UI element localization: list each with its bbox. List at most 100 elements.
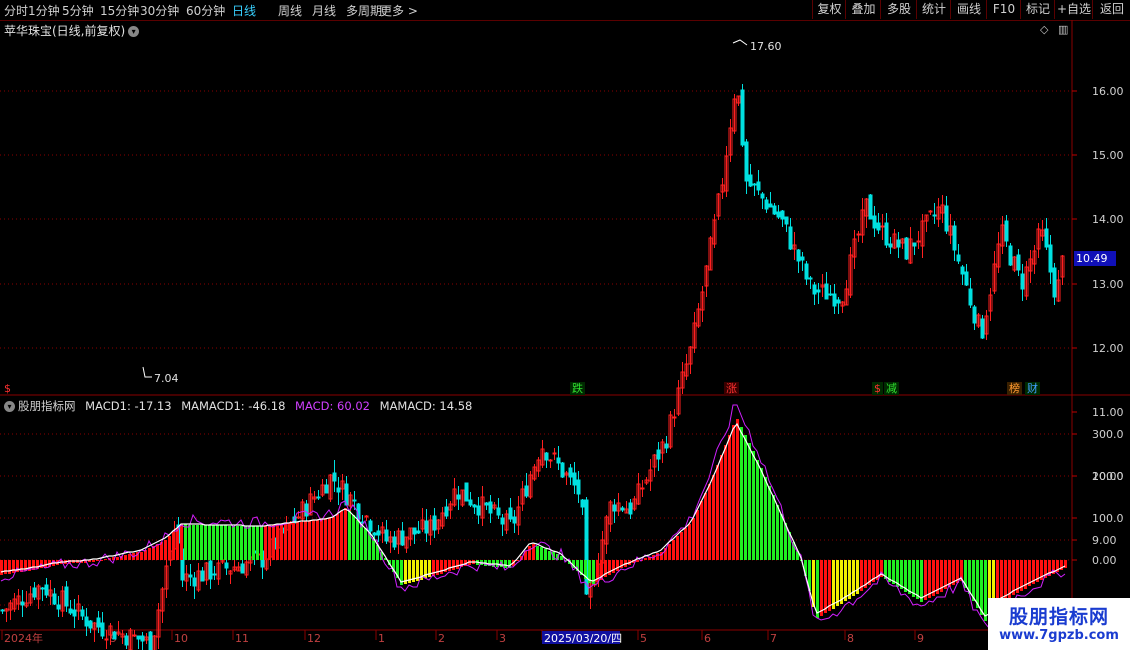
toolbar-item[interactable]: 5分钟: [62, 2, 94, 19]
macd-bar: [316, 520, 319, 560]
time-label: 7: [770, 632, 777, 645]
toolbar-item[interactable]: 15分钟: [100, 2, 139, 19]
candle-body: [1004, 220, 1009, 242]
toolbar-item[interactable]: 60分钟: [186, 2, 225, 19]
toolbar-item[interactable]: 月线: [312, 2, 336, 19]
macd-bar: [96, 560, 99, 561]
candle-body: [1008, 245, 1013, 266]
candle-body: [656, 449, 661, 460]
macd-bar: [172, 532, 175, 560]
chevron-down-icon[interactable]: ▾: [4, 401, 15, 412]
macd-bar: [8, 560, 11, 574]
macd-bar: [776, 505, 779, 560]
candle-body: [56, 604, 61, 610]
candle-body: [1020, 273, 1025, 290]
macd-bar: [716, 465, 719, 560]
candle-body: [316, 496, 321, 499]
time-label: 8: [847, 632, 854, 645]
candle-body: [1052, 267, 1057, 298]
macd-bar: [724, 445, 727, 560]
macd-bar: [0, 560, 3, 575]
candle-body: [756, 181, 761, 191]
toolbar-item[interactable]: 更多 >: [380, 2, 418, 19]
macd-bar: [836, 560, 839, 606]
candle-body: [808, 277, 813, 280]
macd-bar: [916, 560, 919, 599]
macd-bar: [164, 540, 167, 560]
macd-bar: [348, 511, 351, 560]
macd-bar: [680, 532, 683, 560]
candle-body: [664, 443, 669, 449]
toolbar-button[interactable]: 复权: [812, 0, 846, 19]
macd-bar: [612, 560, 615, 573]
candle-body: [336, 487, 341, 493]
time-label: 2: [438, 632, 445, 645]
toolbar-item[interactable]: 周线: [278, 2, 302, 19]
toolbar-button[interactable]: 返回: [1092, 0, 1130, 19]
candle-body: [812, 284, 817, 295]
macd-bar: [312, 520, 315, 560]
toolbar-item[interactable]: 日线: [232, 2, 256, 19]
event-tag[interactable]: $: [872, 382, 883, 395]
macd-bar: [240, 526, 243, 560]
candle-body: [384, 529, 389, 542]
toolbar-button[interactable]: 标记: [1020, 0, 1055, 19]
macd-bar: [116, 557, 119, 560]
macd-bar: [700, 501, 703, 560]
toolbar-button[interactable]: +自选: [1054, 0, 1093, 19]
candle-body: [968, 288, 973, 306]
macd-bar: [1000, 560, 1003, 602]
candle-body: [640, 487, 645, 490]
event-tag[interactable]: 榜: [1007, 382, 1022, 395]
candle-body: [512, 516, 517, 524]
event-tag[interactable]: 财: [1025, 382, 1040, 395]
candle-body: [0, 609, 5, 612]
time-label: 5: [640, 632, 647, 645]
macd-bar: [4, 560, 7, 574]
toolbar-button[interactable]: 画线: [950, 0, 987, 19]
candle-body: [1044, 228, 1049, 248]
macd-bar: [252, 526, 255, 560]
macd-bar: [972, 560, 975, 601]
toolbar-item[interactable]: 30分钟: [140, 2, 179, 19]
macd-bar: [92, 560, 95, 562]
macd-bar: [320, 519, 323, 560]
event-tag[interactable]: $: [2, 382, 13, 395]
candle-body: [416, 530, 421, 534]
macd-bar: [180, 524, 183, 560]
candle-body: [780, 210, 785, 220]
event-tag[interactable]: 跌: [570, 382, 585, 395]
toolbar-button[interactable]: 多股: [880, 0, 917, 19]
candle-body: [872, 215, 877, 229]
macd-bar: [280, 524, 283, 560]
macd-bar: [308, 521, 311, 560]
event-tag[interactable]: 涨: [724, 382, 739, 395]
candle-body: [576, 479, 581, 495]
toolbar-item[interactable]: 分时: [4, 2, 28, 19]
macd-bar: [704, 493, 707, 560]
candle-body: [548, 459, 553, 462]
price-tick-label: 13.00: [1092, 278, 1124, 291]
toolbar-item[interactable]: 多周期: [346, 2, 382, 19]
macd-bar: [548, 551, 551, 560]
candle-body: [932, 214, 937, 217]
current-price-label: 10.49: [1074, 251, 1116, 266]
candle-body: [32, 587, 37, 598]
macd-bar: [768, 486, 771, 560]
toolbar-button[interactable]: F10: [986, 0, 1021, 19]
price-tick-label: 16.00: [1092, 85, 1124, 98]
macd-bar: [192, 525, 195, 560]
macd-bar: [684, 528, 687, 560]
candle-body: [956, 254, 961, 262]
event-tag[interactable]: 减: [884, 382, 899, 395]
macd-bar: [844, 560, 847, 601]
candle-body: [776, 211, 781, 218]
toolbar-item[interactable]: 1分钟: [28, 2, 60, 19]
toolbar-button[interactable]: 统计: [916, 0, 951, 19]
candle-body: [944, 205, 949, 232]
macd-bar: [344, 508, 347, 560]
toolbar-button[interactable]: 叠加: [845, 0, 881, 19]
candle-body: [880, 225, 885, 228]
candle-body: [980, 318, 985, 339]
macd-bar: [340, 511, 343, 560]
